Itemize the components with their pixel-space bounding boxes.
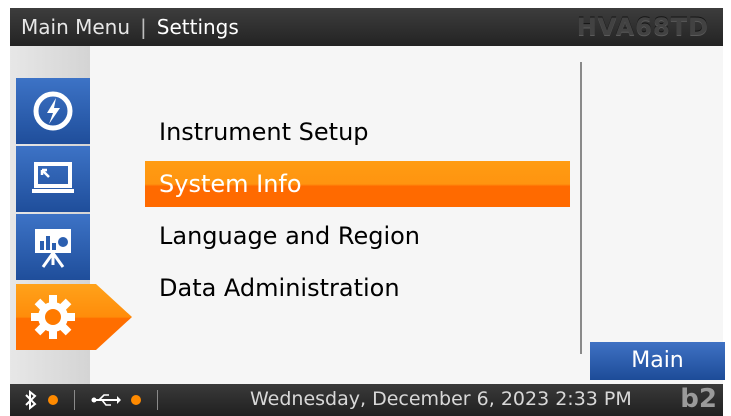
device-name: HVA68TD (576, 13, 709, 41)
panel-divider (580, 62, 582, 354)
main-button[interactable]: Main (590, 342, 725, 380)
gear-icon (31, 295, 75, 339)
breadcrumb: Main Menu | Settings (21, 15, 239, 39)
power-icon (33, 91, 73, 131)
monitor-icon (32, 162, 74, 193)
sidebar-tab-reports[interactable] (16, 214, 90, 280)
breadcrumb-settings: Settings (156, 15, 239, 39)
menu-item-instrument-setup[interactable]: Instrument Setup (145, 106, 570, 158)
brand-logo: b2 (680, 384, 717, 414)
breadcrumb-main-menu[interactable]: Main Menu (21, 15, 130, 39)
settings-menu: Instrument Setup System Info Language an… (145, 106, 570, 314)
usb-status-dot (131, 395, 141, 405)
sidebar-tab-settings[interactable] (16, 284, 132, 350)
content-area: Instrument Setup System Info Language an… (10, 46, 725, 384)
bluetooth-status-dot (48, 395, 58, 405)
sidebar-tab-display[interactable] (16, 146, 90, 212)
status-separator (157, 390, 158, 410)
title-bar: Main Menu | Settings HVA68TD (10, 8, 723, 46)
sidebar (10, 46, 132, 384)
status-bar: Wednesday, December 6, 2023 2:33 PM b2 (10, 384, 723, 416)
sidebar-tab-power[interactable] (16, 78, 90, 144)
status-icons (24, 390, 164, 410)
device-screen: Main Menu | Settings HVA68TD Instrument … (0, 0, 731, 416)
status-separator (74, 390, 75, 410)
usb-icon (91, 394, 121, 406)
menu-item-system-info[interactable]: System Info (145, 161, 570, 207)
datetime: Wednesday, December 6, 2023 2:33 PM (250, 388, 632, 410)
menu-item-data-administration[interactable]: Data Administration (145, 262, 570, 314)
menu-item-language-and-region[interactable]: Language and Region (145, 210, 570, 262)
presentation-icon (35, 229, 71, 268)
breadcrumb-separator: | (140, 15, 147, 39)
bluetooth-icon (25, 390, 37, 410)
